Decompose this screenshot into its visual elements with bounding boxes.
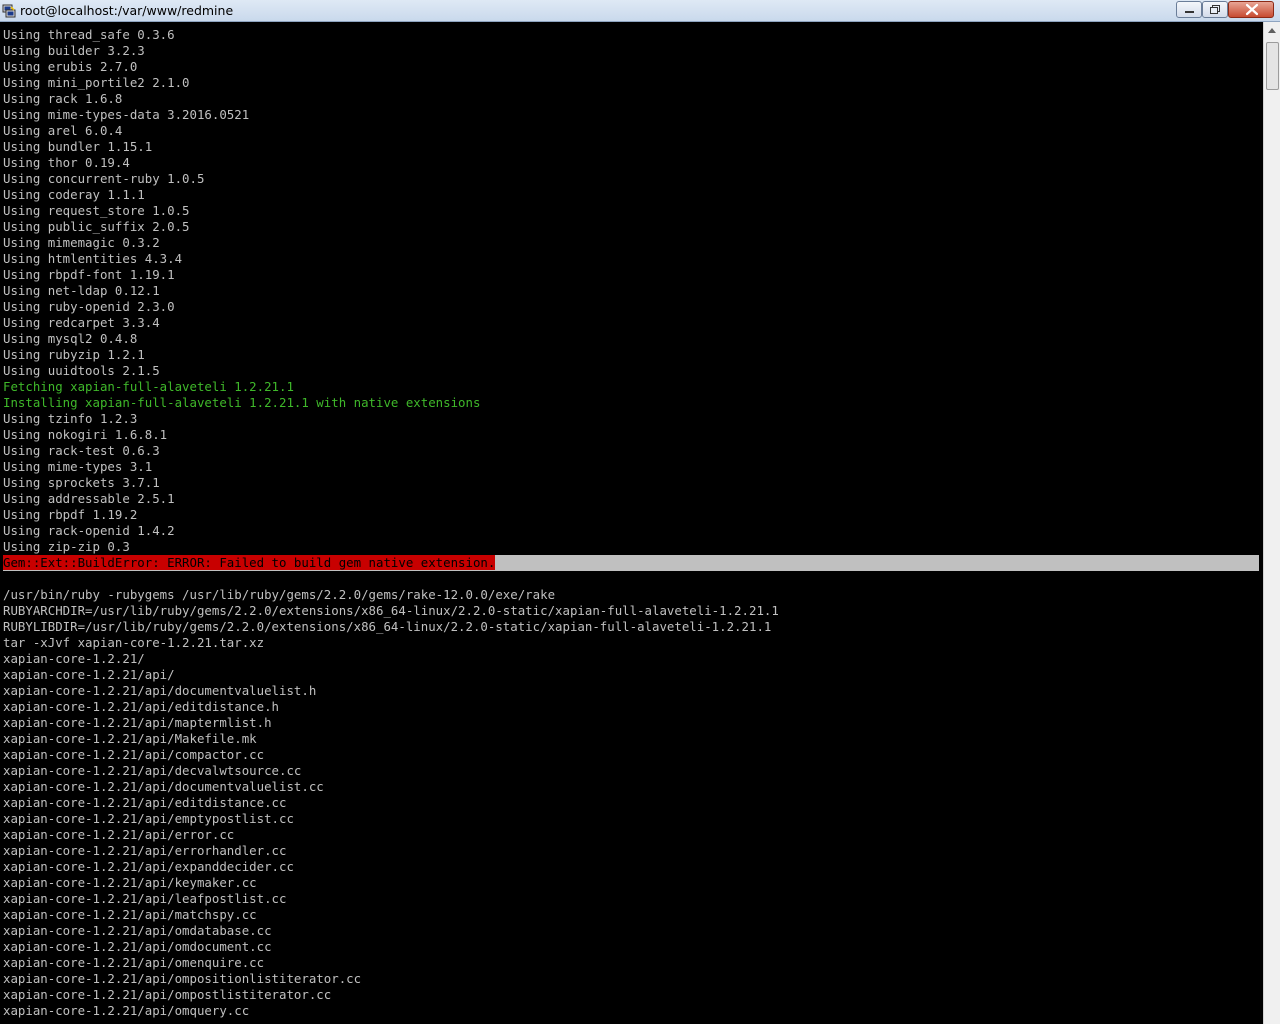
terminal-line: /usr/bin/ruby -rubygems /usr/lib/ruby/ge… [3,587,556,602]
terminal-line: xapian-core-1.2.21/api/matchspy.cc [3,907,257,922]
terminal-line: xapian-core-1.2.21/api/Makefile.mk [3,731,257,746]
terminal-line: Using builder 3.2.3 [3,43,145,58]
window-title-bar[interactable]: root@localhost:/var/www/redmine [0,0,1280,22]
terminal-line: Using mime-types-data 3.2016.0521 [3,107,250,122]
minimize-icon [1185,11,1194,13]
terminal-line: Using uuidtools 2.1.5 [3,363,160,378]
scrollbar-thumb[interactable] [1266,42,1279,90]
terminal-line: xapian-core-1.2.21/api/maptermlist.h [3,715,272,730]
terminal-line: Using sprockets 3.7.1 [3,475,160,490]
terminal-line: Using rbpdf-font 1.19.1 [3,267,175,282]
terminal-line: Using thor 0.19.4 [3,155,130,170]
terminal-line: Using rack-openid 1.4.2 [3,523,175,538]
error-message-text: Gem::Ext::BuildError: ERROR: Failed to b… [3,555,496,570]
terminal-line: xapian-core-1.2.21/api/omdocument.cc [3,939,272,954]
scroll-up-button[interactable] [1264,22,1280,39]
terminal-line: xapian-core-1.2.21/api/editdistance.h [3,699,280,714]
terminal-line: Fetching xapian-full-alaveteli 1.2.21.1 [3,379,294,394]
terminal-line: Using mimemagic 0.3.2 [3,235,160,250]
terminal-output[interactable]: Using thread_safe 0.3.6 Using builder 3.2… [0,22,1263,1024]
terminal-line: xapian-core-1.2.21/ [3,651,145,666]
terminal-line: Using public_suffix 2.0.5 [3,219,190,234]
terminal-line: Using bundler 1.15.1 [3,139,153,154]
terminal-line: Using coderay 1.1.1 [3,187,145,202]
terminal-line: Using concurrent-ruby 1.0.5 [3,171,205,186]
terminal-line: RUBYLIBDIR=/usr/lib/ruby/gems/2.2.0/exte… [3,619,772,634]
maximize-button[interactable] [1202,1,1228,18]
terminal-line: xapian-core-1.2.21/api/editdistance.cc [3,795,287,810]
terminal-line: Using ruby-openid 2.3.0 [3,299,175,314]
terminal-line: xapian-core-1.2.21/api/emptypostlist.cc [3,811,294,826]
terminal-line: Using mime-types 3.1 [3,459,153,474]
terminal-line: xapian-core-1.2.21/api/ompositionlistite… [3,971,362,986]
terminal-line: Using redcarpet 3.3.4 [3,315,160,330]
terminal-line: Using addressable 2.5.1 [3,491,175,506]
terminal-line: xapian-core-1.2.21/api/decvalwtsource.cc [3,763,302,778]
maximize-icon [1210,5,1220,14]
terminal-line: Using rubyzip 1.2.1 [3,347,145,362]
error-message-line: Gem::Ext::BuildError: ERROR: Failed to b… [3,555,1259,571]
terminal-lines: Using thread_safe 0.3.6 Using builder 3.2… [3,27,1259,1019]
terminal-line: xapian-core-1.2.21/api/documentvaluelist… [3,683,317,698]
terminal-line: Installing xapian-full-alaveteli 1.2.21.… [3,395,481,410]
terminal-line: RUBYARCHDIR=/usr/lib/ruby/gems/2.2.0/ext… [3,603,779,618]
terminal-line: Using net-ldap 0.12.1 [3,283,160,298]
terminal-line: Using rack 1.6.8 [3,91,123,106]
terminal-line: xapian-core-1.2.21/api/error.cc [3,827,235,842]
close-icon [1245,3,1259,16]
terminal-line: Using rack-test 0.6.3 [3,443,160,458]
terminal-line: xapian-core-1.2.21/api/errorhandler.cc [3,843,287,858]
terminal-line: Using request_store 1.0.5 [3,203,190,218]
terminal-line: Using mini_portile2 2.1.0 [3,75,190,90]
terminal-line: Using arel 6.0.4 [3,123,123,138]
terminal-line: Using erubis 2.7.0 [3,59,138,74]
terminal-line: Using rbpdf 1.19.2 [3,507,138,522]
terminal-line: xapian-core-1.2.21/api/ [3,667,175,682]
minimize-button[interactable] [1176,1,1202,18]
terminal-line: tar -xJvf xapian-core-1.2.21.tar.xz [3,635,265,650]
terminal-line: Using nokogiri 1.6.8.1 [3,427,168,442]
close-button[interactable] [1228,1,1274,18]
scroll-up-arrow-icon [1268,28,1276,33]
terminal-line: Using htmlentities 4.3.4 [3,251,183,266]
terminal-line: xapian-core-1.2.21/api/omdatabase.cc [3,923,272,938]
terminal-line: xapian-core-1.2.21/api/ompostlistiterato… [3,987,332,1002]
terminal-line: Using mysql2 0.4.8 [3,331,138,346]
vertical-scrollbar[interactable] [1263,22,1280,1024]
terminal-line: xapian-core-1.2.21/api/omquery.cc [3,1003,250,1018]
terminal-line: xapian-core-1.2.21/api/omenquire.cc [3,955,265,970]
terminal-line: Using tzinfo 1.2.3 [3,411,138,426]
terminal-line: xapian-core-1.2.21/api/expanddecider.cc [3,859,294,874]
terminal-line: xapian-core-1.2.21/api/leafpostlist.cc [3,891,287,906]
terminal-line: Using thread_safe 0.3.6 [3,27,175,42]
terminal-line: xapian-core-1.2.21/api/documentvaluelist… [3,779,324,794]
terminal-line: Using zip-zip 0.3 [3,539,130,554]
putty-terminal-icon[interactable] [2,3,16,18]
terminal-line: xapian-core-1.2.21/api/compactor.cc [3,747,265,762]
window-title: root@localhost:/var/www/redmine [20,3,234,18]
terminal-line: xapian-core-1.2.21/api/keymaker.cc [3,875,257,890]
